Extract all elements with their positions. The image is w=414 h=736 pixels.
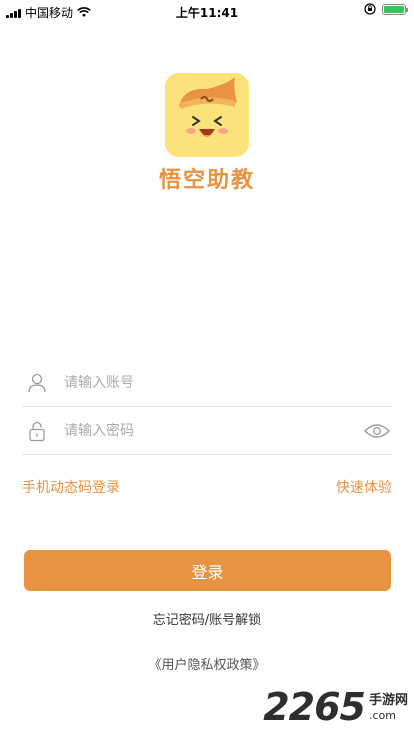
- status-time: 上午11:41: [175, 6, 239, 20]
- watermark-side: 手游网 .com: [369, 693, 408, 722]
- status-bar: 中国移动 上午11:41: [0, 0, 414, 22]
- watermark-domain: .com: [368, 708, 396, 722]
- account-input[interactable]: [62, 374, 392, 392]
- account-field: [22, 360, 392, 407]
- eye-icon[interactable]: [364, 422, 390, 440]
- password-input[interactable]: [62, 422, 364, 440]
- watermark-number: 2265: [263, 685, 366, 729]
- login-button[interactable]: 登录: [24, 550, 391, 591]
- watermark-site-name: 手游网: [368, 693, 408, 709]
- app-logo: [165, 73, 249, 157]
- password-field: [22, 408, 392, 455]
- privacy-policy-link[interactable]: 《用户隐私权政策》: [0, 654, 414, 673]
- status-right: [364, 3, 408, 15]
- user-icon: [28, 373, 46, 393]
- rotation-lock-icon: [364, 3, 376, 15]
- battery-icon: [382, 3, 408, 15]
- lock-icon: [29, 421, 45, 442]
- monkey-face-icon: [165, 73, 249, 157]
- forgot-password-link[interactable]: 忘记密码/账号解锁: [0, 609, 414, 628]
- watermark: 2265 手游网 .com: [263, 688, 408, 726]
- sms-login-link[interactable]: 手机动态码登录: [22, 477, 120, 497]
- quick-trial-link[interactable]: 快速体验: [336, 477, 392, 497]
- app-name: 悟空助教: [158, 168, 255, 193]
